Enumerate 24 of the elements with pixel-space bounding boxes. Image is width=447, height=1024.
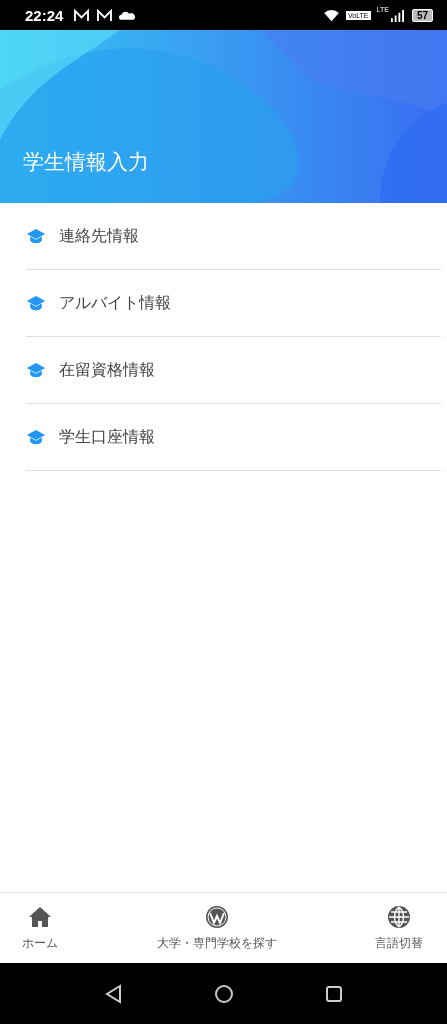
graduation-cap-icon xyxy=(26,361,46,379)
signal-icon xyxy=(388,8,406,22)
home-icon xyxy=(28,904,52,929)
wifi-icon xyxy=(323,8,341,22)
graduation-cap-icon xyxy=(26,227,46,245)
mail-icon xyxy=(73,8,91,22)
recents-icon[interactable] xyxy=(323,983,344,1004)
menu-item[interactable]: 在留資格情報 xyxy=(26,337,441,404)
menu-item[interactable]: 学生口座情報 xyxy=(26,404,441,471)
page-title: 学生情報入力 xyxy=(23,149,149,176)
graduation-cap-icon xyxy=(26,428,46,446)
battery-indicator: 57 xyxy=(411,8,433,22)
mail-icon xyxy=(96,8,114,22)
nav-tab[interactable]: 言語切替 xyxy=(375,893,423,963)
home-circle-icon[interactable] xyxy=(213,983,234,1004)
back-icon[interactable] xyxy=(103,983,124,1004)
w-circle-icon xyxy=(204,904,229,929)
menu-item[interactable]: 連絡先情報 xyxy=(26,203,441,270)
graduation-cap-icon xyxy=(26,294,46,312)
status-time: 22:24 xyxy=(25,6,64,24)
nav-tab[interactable]: 大学・専門学校を探す xyxy=(156,893,277,963)
nav-tab[interactable]: ホーム xyxy=(22,893,58,963)
menu-item[interactable]: アルバイト情報 xyxy=(26,270,441,337)
globe-icon xyxy=(387,904,411,929)
